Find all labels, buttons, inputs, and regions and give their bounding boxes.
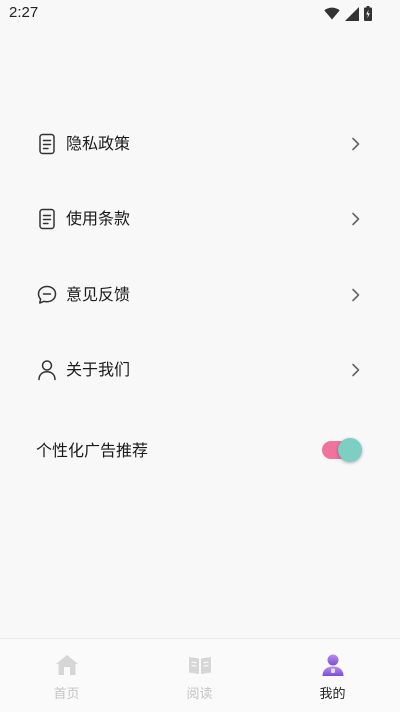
personalized-ads-toggle[interactable]	[322, 438, 362, 462]
tab-label: 首页	[53, 687, 80, 702]
status-bar: 2:27	[0, 0, 400, 28]
personalized-ads-label: 个性化广告推荐	[36, 441, 149, 460]
tab-label: 阅读	[186, 687, 213, 702]
menu-item-label: 使用条款	[66, 209, 131, 228]
book-icon	[189, 657, 211, 674]
menu-item-label: 关于我们	[66, 360, 131, 379]
tab-home[interactable]: 首页	[0, 639, 133, 712]
status-icons	[324, 6, 372, 21]
status-time: 2:27	[9, 4, 39, 21]
bottom-nav: 首页 阅读 我的	[0, 638, 400, 712]
person-icon	[38, 360, 56, 381]
chevron-right-icon	[352, 137, 360, 151]
chevron-right-icon	[352, 363, 360, 377]
chevron-right-icon	[352, 212, 360, 226]
cellular-signal-icon	[345, 6, 359, 21]
menu-item-terms-of-use[interactable]: 使用条款	[0, 189, 400, 249]
profile-icon	[322, 654, 344, 676]
menu-item-privacy-policy[interactable]: 隐私政策	[0, 114, 400, 174]
home-icon	[56, 655, 78, 675]
menu-item-about-us[interactable]: 关于我们	[0, 340, 400, 400]
menu-item-feedback[interactable]: 意见反馈	[0, 265, 400, 325]
document-icon	[39, 208, 55, 230]
tab-reading[interactable]: 阅读	[133, 639, 266, 712]
chat-icon	[37, 285, 57, 304]
wifi-icon	[324, 7, 340, 20]
document-icon	[39, 133, 55, 155]
toggle-knob	[338, 438, 362, 462]
menu-item-label: 意见反馈	[66, 285, 131, 304]
personalized-ads-row: 个性化广告推荐	[0, 426, 400, 476]
tab-label: 我的	[319, 687, 346, 702]
chevron-right-icon	[352, 288, 360, 302]
battery-icon	[364, 6, 372, 21]
tab-mine[interactable]: 我的	[266, 639, 399, 712]
menu-item-label: 隐私政策	[66, 134, 131, 153]
